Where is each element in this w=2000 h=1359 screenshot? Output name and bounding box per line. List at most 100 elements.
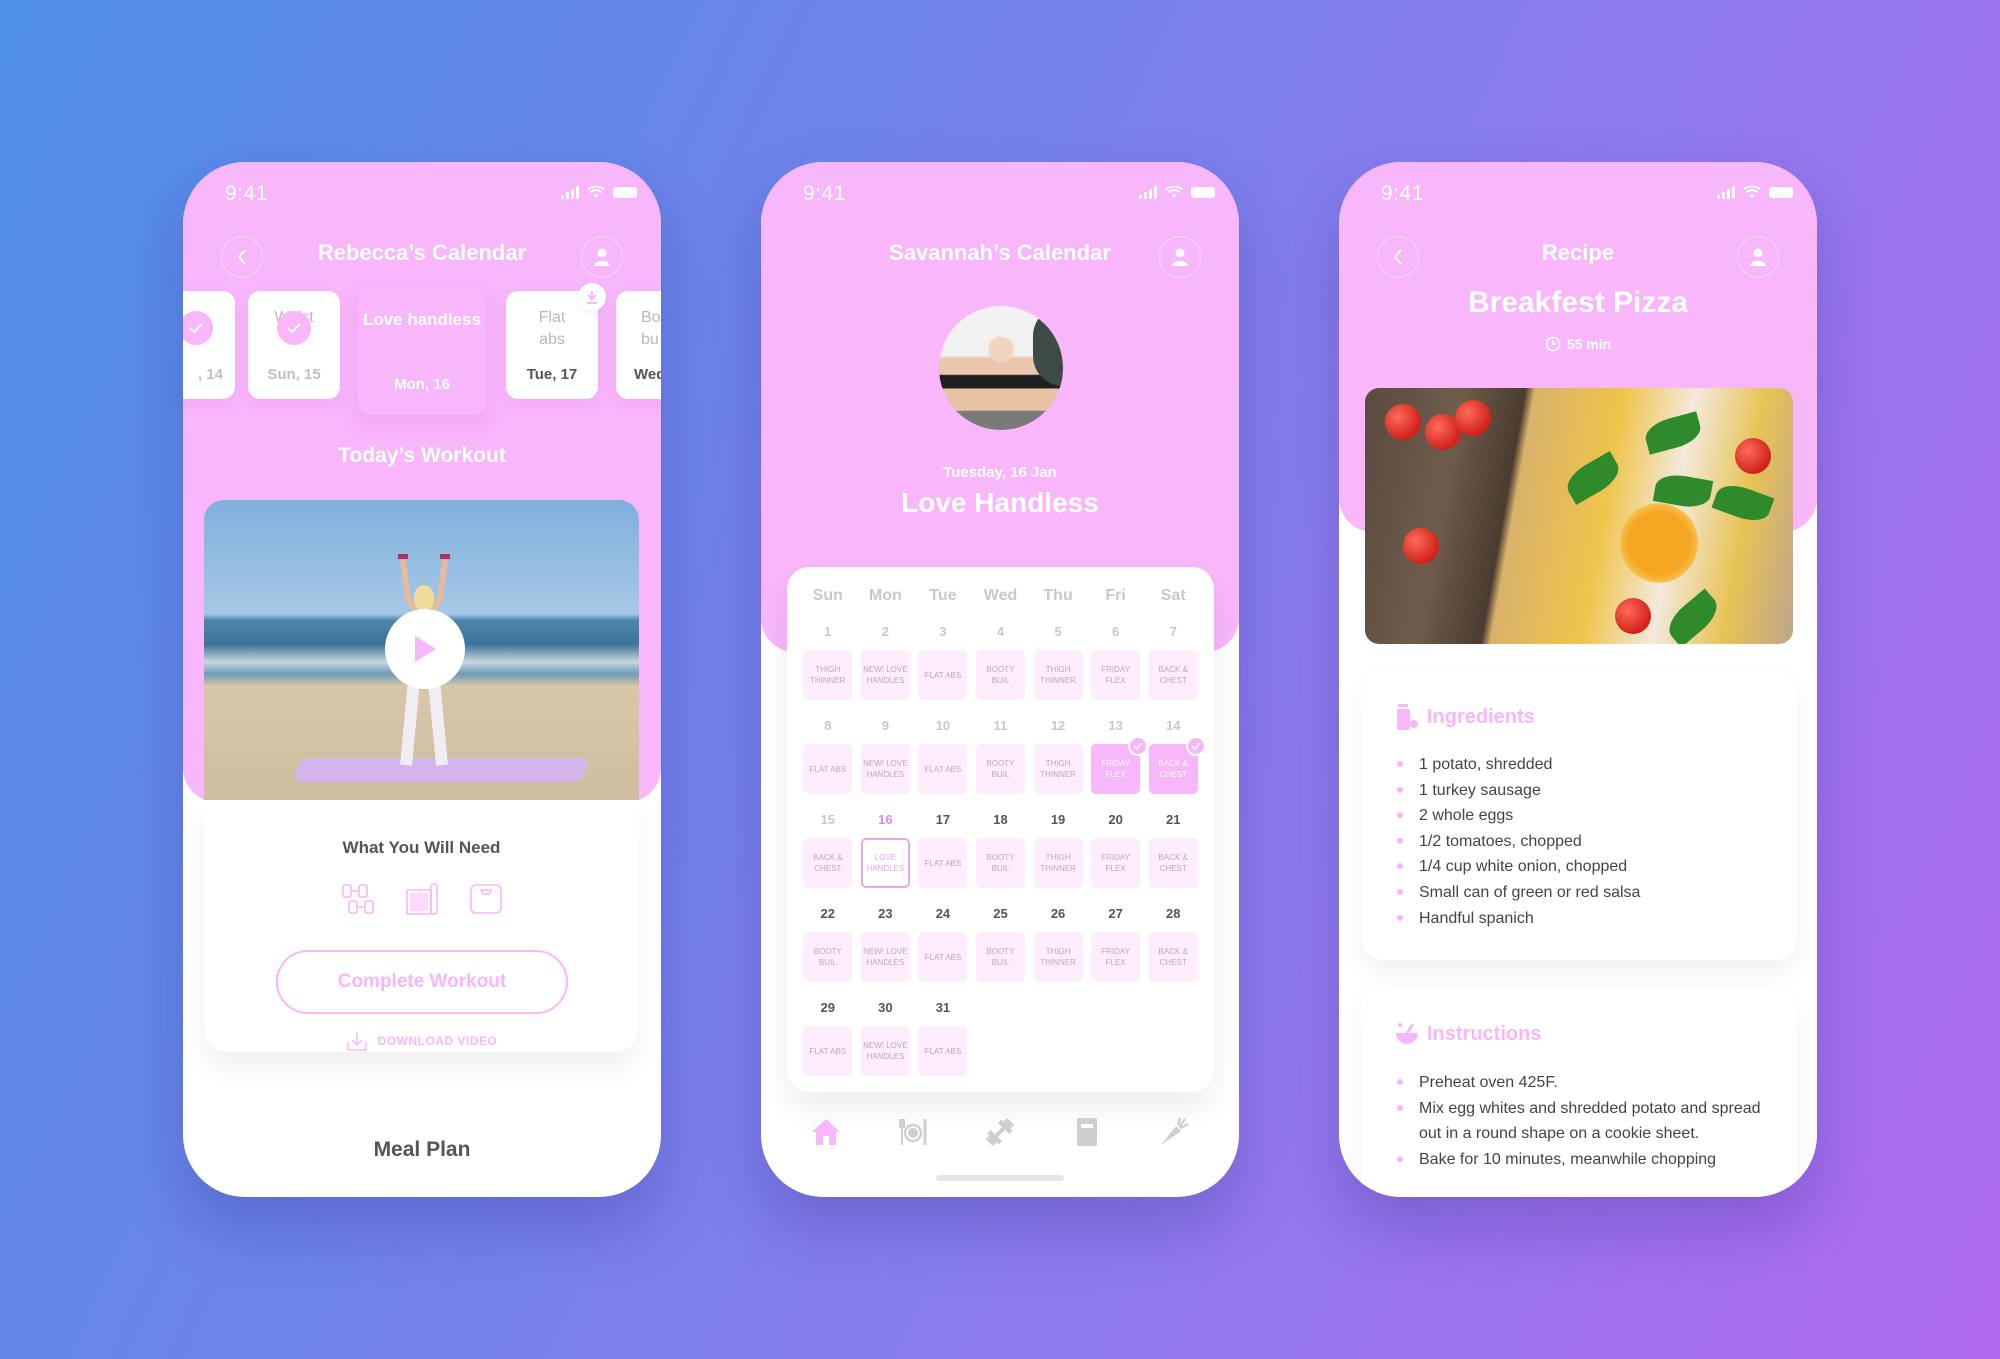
calendar-day[interactable]: 27 FRIDAY FLEX (1087, 904, 1145, 982)
workout-tile[interactable]: FLAT ABS (918, 1026, 968, 1076)
workout-tile[interactable]: THIGH THINNER (1033, 838, 1083, 888)
calendar-day[interactable]: 1 THIGH THINNER (799, 622, 857, 700)
day-card[interactable]: Waist Sun, 15 (248, 291, 340, 399)
calendar-day[interactable]: 3 FLAT ABS (914, 622, 972, 700)
workout-tile[interactable]: FLAT ABS (918, 744, 968, 794)
calendar-day[interactable]: 7 BACK & CHEST (1144, 622, 1202, 700)
workout-title: Love Handless (901, 487, 1099, 518)
carrot-icon[interactable] (1158, 1116, 1190, 1148)
workout-tile[interactable]: NEW! LOVE HANDLES (860, 1026, 910, 1076)
yoga-mat-icon (405, 882, 439, 916)
download-badge[interactable] (578, 283, 606, 311)
workout-tile[interactable]: BACK & CHEST (1148, 650, 1198, 700)
workout-tile[interactable]: BOOTY BUIL (975, 744, 1025, 794)
calendar-day[interactable]: 8 FLAT ABS (799, 716, 857, 794)
workout-tile[interactable]: THIGH THINNER (803, 650, 853, 700)
profile-button[interactable] (1737, 236, 1779, 278)
calendar-day[interactable]: 24 FLAT ABS (914, 904, 972, 982)
workout-tile[interactable]: BACK & CHEST (1148, 736, 1206, 794)
meal-plate-icon[interactable] (897, 1116, 929, 1148)
day-number: 15 (820, 812, 836, 827)
calendar-day[interactable]: 26 THIGH THINNER (1029, 904, 1087, 982)
workout-video[interactable] (204, 500, 639, 800)
calendar-day[interactable]: 13 FRIDAY FLEX (1087, 716, 1149, 794)
calendar-day[interactable]: 10 FLAT ABS (914, 716, 972, 794)
day-carousel[interactable]: , 14 Waist Sun, 15 Love handless Mon, 16… (183, 283, 661, 437)
download-video-link[interactable]: DOWNLOAD VIDEO (204, 1030, 639, 1052)
profile-button[interactable] (1159, 236, 1201, 278)
day-card-active[interactable]: Love handless Mon, 16 (358, 287, 486, 415)
calendar-day[interactable]: 5 THIGH THINNER (1029, 622, 1087, 700)
workout-tile[interactable]: FRIDAY FLEX (1091, 736, 1149, 794)
workout-tile[interactable]: FRIDAY FLEX (1091, 932, 1141, 982)
calendar-day[interactable]: 15 BACK & CHEST (799, 810, 857, 888)
calendar-day[interactable]: 11 BOOTY BUIL (972, 716, 1030, 794)
calendar-day[interactable]: 25 BOOTY BUIL (972, 904, 1030, 982)
calendar-day[interactable]: 29 FLAT ABS (799, 998, 857, 1076)
workout-tile[interactable]: BOOTY BUIL (975, 932, 1025, 982)
workout-label: FLAT ABS (924, 670, 962, 680)
ingredients-title: Ingredients (1427, 705, 1535, 728)
calendar-day[interactable]: 16 LOVE HANDLES (857, 810, 915, 888)
day-number: 9 (881, 718, 889, 733)
workout-tile[interactable]: FLAT ABS (918, 838, 968, 888)
workout-tile[interactable]: LOVE HANDLES (860, 838, 910, 888)
workout-tile[interactable]: BOOTY BUIL (975, 838, 1025, 888)
calendar-day[interactable]: 28 BACK & CHEST (1144, 904, 1202, 982)
dumbbell-icon[interactable] (984, 1116, 1016, 1148)
calendar-day[interactable]: 30 NEW! LOVE HANDLES (857, 998, 915, 1076)
workout-tile[interactable]: FLAT ABS (803, 744, 853, 794)
calendar-day[interactable]: 6 FRIDAY FLEX (1087, 622, 1145, 700)
calendar-day[interactable]: 23 NEW! LOVE HANDLES (857, 904, 915, 982)
play-button[interactable] (385, 609, 465, 689)
workout-label: FRIDAY FLEX (1101, 665, 1130, 685)
battery-icon (1191, 187, 1215, 198)
calendar-day[interactable]: 19 THIGH THINNER (1029, 810, 1087, 888)
workout-tile[interactable]: BACK & CHEST (1148, 932, 1198, 982)
wifi-icon (1743, 186, 1761, 198)
workout-tile[interactable]: BOOTY BUIL (803, 932, 853, 982)
completed-badge (1128, 736, 1149, 756)
workout-tile[interactable]: THIGH THINNER (1033, 744, 1083, 794)
status-bar: 9:41 (1339, 176, 1817, 216)
calendar-day[interactable]: 2 NEW! LOVE HANDLES (857, 622, 915, 700)
status-time: 9:41 (1381, 182, 1424, 205)
complete-workout-button[interactable]: Complete Workout (276, 950, 568, 1014)
book-icon[interactable] (1071, 1116, 1103, 1148)
workout-tile[interactable]: NEW! LOVE HANDLES (860, 650, 910, 700)
calendar-day[interactable]: 14 BACK & CHEST (1144, 716, 1206, 794)
workout-tile[interactable]: THIGH THINNER (1033, 650, 1083, 700)
day-number: 29 (820, 1000, 836, 1015)
calendar-day[interactable]: 9 NEW! LOVE HANDLES (857, 716, 915, 794)
workout-tile[interactable]: FRIDAY FLEX (1091, 838, 1141, 888)
calendar-day[interactable]: 18 BOOTY BUIL (972, 810, 1030, 888)
calendar-day[interactable]: 31 FLAT ABS (914, 998, 972, 1076)
calendar-day[interactable]: 12 THIGH THINNER (1029, 716, 1087, 794)
equipment-title: What You Will Need (342, 838, 501, 857)
profile-button[interactable] (581, 236, 623, 278)
calendar-day[interactable]: 17 FLAT ABS (914, 810, 972, 888)
workout-tile[interactable]: FLAT ABS (918, 932, 968, 982)
calendar-day[interactable]: 4 BOOTY BUIL (972, 622, 1030, 700)
instruction-step: Preheat oven 425F. (1395, 1070, 1763, 1096)
completed-badge (277, 311, 311, 345)
workout-tile[interactable]: NEW! LOVE HANDLES (860, 932, 910, 982)
day-card[interactable]: Flat abs Tue, 17 (506, 283, 606, 399)
calendar-day[interactable]: 22 BOOTY BUIL (799, 904, 857, 982)
day-card[interactable]: , 14 (183, 291, 235, 399)
workout-tile[interactable]: NEW! LOVE HANDLES (860, 744, 910, 794)
day-number: 4 (996, 624, 1005, 639)
day-card[interactable]: Bo bu Wed (616, 291, 661, 399)
workout-tile[interactable]: BACK & CHEST (803, 838, 853, 888)
workout-tile[interactable]: FLAT ABS (803, 1026, 853, 1076)
workout-tile[interactable]: FLAT ABS (918, 650, 968, 700)
day-date: Sun, 15 (267, 366, 321, 383)
workout-tile[interactable]: BACK & CHEST (1148, 838, 1198, 888)
workout-tile[interactable]: BOOTY BUIL (975, 650, 1025, 700)
workout-label: BACK & CHEST (1158, 947, 1188, 967)
workout-tile[interactable]: FRIDAY FLEX (1091, 650, 1141, 700)
workout-tile[interactable]: THIGH THINNER (1033, 932, 1083, 982)
calendar-day[interactable]: 21 BACK & CHEST (1144, 810, 1202, 888)
home-icon[interactable] (810, 1116, 842, 1148)
calendar-day[interactable]: 20 FRIDAY FLEX (1087, 810, 1145, 888)
